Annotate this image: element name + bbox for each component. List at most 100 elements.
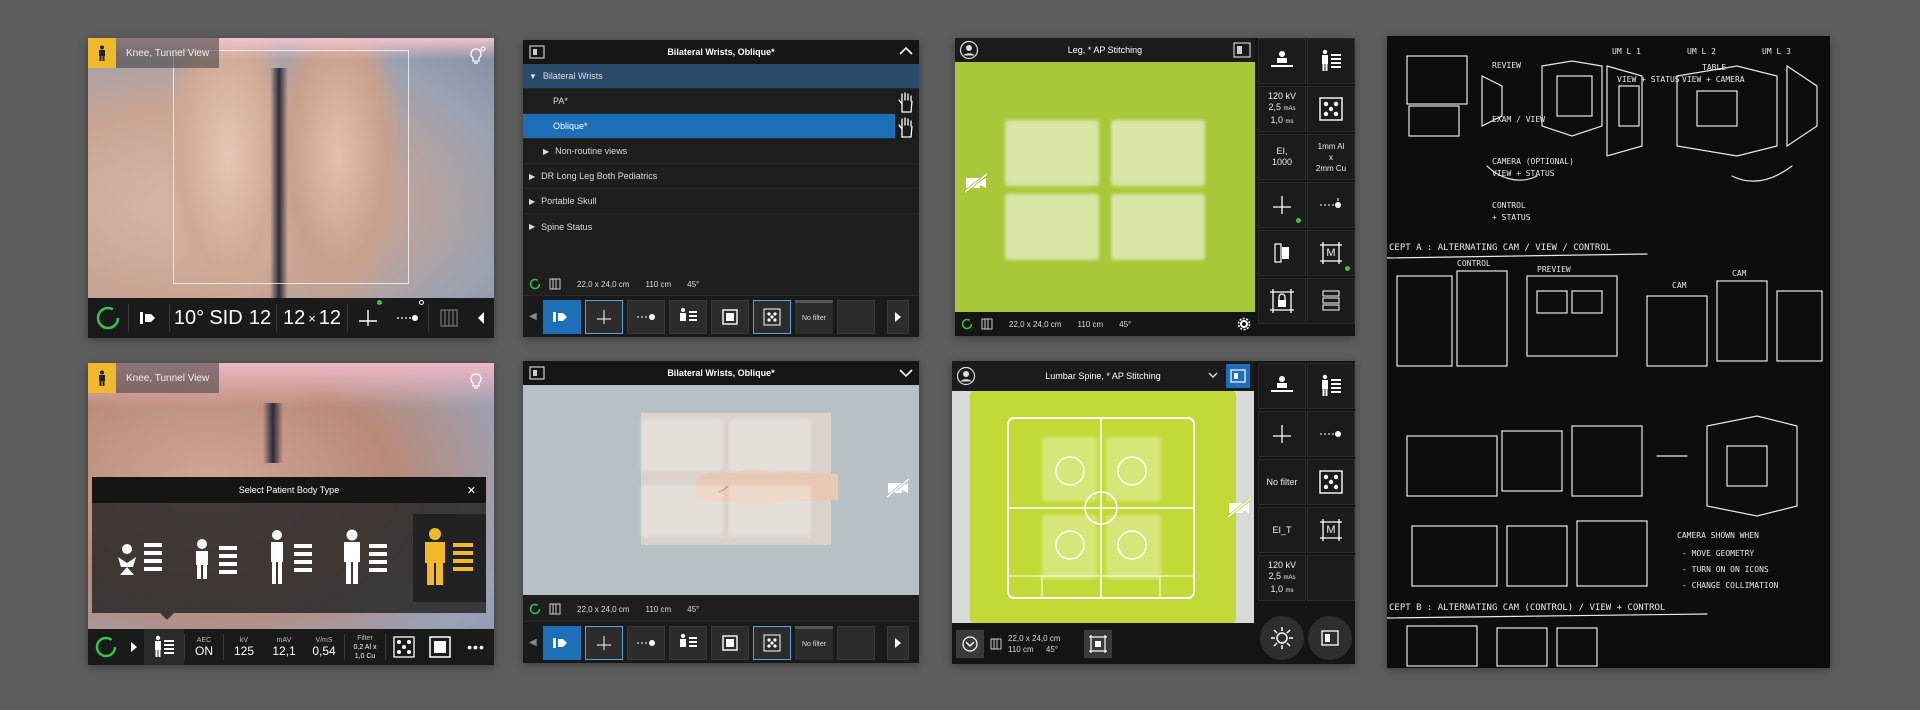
scroll-left-icon[interactable]: ◀ <box>529 637 543 648</box>
filter-value[interactable]: 1mm Al x 2mm Cu <box>1307 134 1355 180</box>
aec-chambers-button[interactable] <box>386 629 422 665</box>
tree-item-oblique[interactable]: Oblique* <box>523 114 895 139</box>
exposure-values[interactable]: 120 kV 2,5 mAs 1,0 ms <box>1258 86 1306 132</box>
tree-item-nonroutine[interactable]: ▶ Non-routine views <box>523 139 919 164</box>
crosshair-button[interactable] <box>1258 411 1306 457</box>
sketch-note-camera-shown: CAMERA SHOWN WHEN <box>1677 531 1759 540</box>
sid-value[interactable]: 12 <box>244 298 276 338</box>
body-type-button[interactable] <box>1307 363 1355 409</box>
tree-group-bilateral-wrists[interactable]: ▼ Bilateral Wrists <box>523 64 919 89</box>
filter-button[interactable]: No filter <box>795 299 833 334</box>
collimation-button[interactable] <box>711 625 749 660</box>
body-type-infant[interactable] <box>112 535 169 581</box>
distance-button[interactable] <box>1307 182 1355 228</box>
camera-off-icon[interactable] <box>963 172 989 199</box>
manual-collimation-button[interactable]: M <box>1307 507 1355 553</box>
collimation-lock-button[interactable] <box>1084 629 1113 658</box>
empty-slot-button[interactable] <box>837 299 875 334</box>
viewer-icon[interactable] <box>1226 364 1250 388</box>
scroll-right-button[interactable] <box>887 299 909 334</box>
aec-chambers-button[interactable] <box>753 625 791 660</box>
aec-chambers-button[interactable] <box>753 299 791 334</box>
exposure-index[interactable]: EI, 1000 <box>1258 134 1306 180</box>
filter-button[interactable]: No filter <box>795 625 833 660</box>
tube-icon[interactable] <box>129 298 169 338</box>
body-type-button[interactable] <box>669 299 707 334</box>
crosshair-icon[interactable] <box>348 298 388 338</box>
body-type-average[interactable] <box>338 528 395 588</box>
stitch-pane-3[interactable] <box>1005 194 1099 260</box>
user-icon[interactable] <box>959 40 979 62</box>
status-ring-icon[interactable] <box>88 298 128 338</box>
aec-param[interactable]: AEC ON <box>185 637 223 658</box>
status-ring-icon <box>529 278 541 290</box>
tree-group-portable-skull[interactable]: ▶ Portable Skull <box>523 189 919 214</box>
tube-angle-button[interactable] <box>956 629 984 658</box>
more-menu-button[interactable]: ••• <box>458 629 494 665</box>
tree-item-pa[interactable]: PA* <box>523 89 895 114</box>
angle-value[interactable]: 10° <box>170 298 208 338</box>
mav-param[interactable]: mAV 12,1 <box>264 637 304 658</box>
stitch-pane-4[interactable] <box>1111 194 1205 260</box>
viewer-icon[interactable] <box>529 44 545 62</box>
distance-button[interactable] <box>627 299 665 334</box>
scroll-right-button[interactable] <box>887 625 909 660</box>
distance-button[interactable] <box>627 625 665 660</box>
chevron-down-icon[interactable] <box>899 368 913 380</box>
exposure-values[interactable]: 120 kV 2,5 mAs 1,0 ms <box>1258 555 1306 601</box>
collimation-button[interactable] <box>711 299 749 334</box>
chevron-up-icon[interactable] <box>899 46 913 58</box>
chevron-down-icon[interactable] <box>1208 371 1218 381</box>
camera-off-icon[interactable] <box>1226 497 1252 524</box>
aec-chambers-button[interactable] <box>1307 86 1355 132</box>
light-button[interactable] <box>1260 616 1304 660</box>
user-icon[interactable] <box>956 366 976 388</box>
stack-button[interactable] <box>1307 278 1355 324</box>
crosshair-button[interactable] <box>585 625 623 660</box>
vms-param[interactable]: V/mS 0,54 <box>304 637 344 658</box>
viewer-round-button[interactable] <box>1308 616 1352 660</box>
body-type-button[interactable] <box>669 625 707 660</box>
empty-slot-button[interactable] <box>837 625 875 660</box>
viewer-icon[interactable] <box>1233 41 1251 61</box>
table-position-button[interactable] <box>1258 363 1306 409</box>
sketch-concept-b: CEPT B : ALTERNATING CAM (CONTROL) / VIE… <box>1389 603 1665 613</box>
stitch-pane-2[interactable] <box>1111 120 1205 186</box>
crosshair-button[interactable] <box>1258 182 1306 228</box>
distance-button[interactable] <box>1307 411 1355 457</box>
table-position-button[interactable] <box>1258 38 1306 84</box>
collapse-left-icon[interactable] <box>469 298 493 338</box>
light-icon[interactable] <box>466 46 486 66</box>
camera-off-icon[interactable] <box>885 477 911 504</box>
exposure-index[interactable]: EI_T <box>1258 507 1306 553</box>
collimation-frame[interactable] <box>173 50 409 284</box>
status-ring-icon[interactable] <box>88 629 124 665</box>
aec-chambers-button[interactable] <box>1307 459 1355 505</box>
body-type-button[interactable] <box>1307 38 1355 84</box>
grid-icon[interactable] <box>429 298 469 338</box>
crosshair-button[interactable] <box>585 299 623 334</box>
distance-icon[interactable] <box>388 298 428 338</box>
body-type-button[interactable] <box>144 629 184 665</box>
tree-group-spine-status[interactable]: ▶ Spine Status <box>523 214 919 239</box>
tree-group-dr-long-leg[interactable]: ▶ DR Long Leg Both Pediatrics <box>523 164 919 189</box>
body-type-slim[interactable] <box>262 528 319 588</box>
expand-right-icon[interactable] <box>124 629 144 665</box>
close-icon[interactable]: ✕ <box>467 484 476 497</box>
kv-param[interactable]: kV 125 <box>224 637 264 658</box>
manual-collimation-button[interactable]: M <box>1307 230 1355 276</box>
filter-param[interactable]: Filter 0,2 Al x 1,0 Cu <box>345 634 385 661</box>
viewer-icon[interactable] <box>529 365 545 383</box>
tube-button[interactable] <box>543 299 581 334</box>
collimation-button[interactable] <box>422 629 458 665</box>
scroll-left-icon[interactable]: ◀ <box>529 311 543 322</box>
detector-button[interactable] <box>1258 230 1306 276</box>
body-type-large[interactable] <box>412 514 486 602</box>
lock-collimation-button[interactable] <box>1258 278 1306 324</box>
tube-button[interactable] <box>543 625 581 660</box>
filter-button[interactable]: No filter <box>1258 459 1306 505</box>
body-type-child[interactable] <box>187 532 244 584</box>
stitch-pane-1[interactable] <box>1005 120 1099 186</box>
field-size[interactable]: 12 × 12 <box>277 298 347 338</box>
light-icon[interactable] <box>466 371 486 396</box>
